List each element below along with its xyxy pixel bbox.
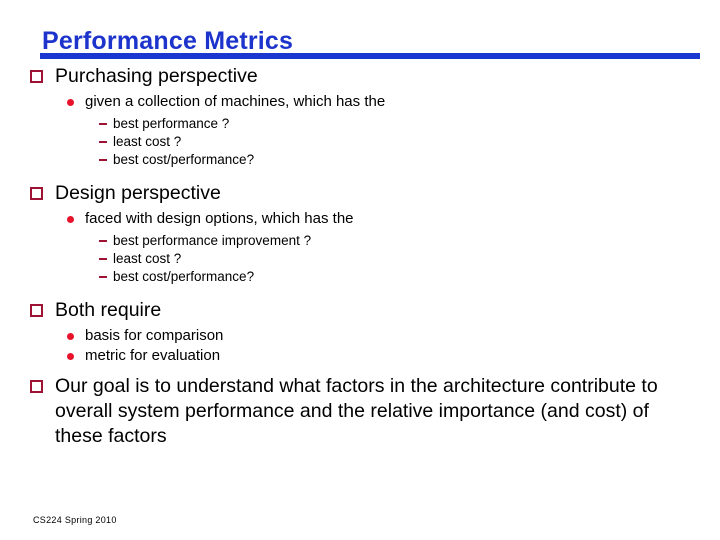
level3-bullet-item: best performance ? <box>0 115 720 133</box>
section-our-goal: Our goal is to understand what factors i… <box>0 374 720 449</box>
level2-bullet-label: faced with design options, which has the <box>85 210 354 227</box>
section-purchasing-perspective: Purchasing perspective given a collectio… <box>0 64 720 169</box>
level3-bullet-item: best cost/performance? <box>0 151 720 169</box>
disc-bullet-icon <box>67 333 74 340</box>
square-bullet-icon <box>30 380 43 393</box>
level1-bullet-item: Our goal is to understand what factors i… <box>0 374 720 449</box>
level3-bullet-item: least cost ? <box>0 250 720 268</box>
square-bullet-icon <box>30 304 43 317</box>
level2-bullet-label: metric for evaluation <box>85 347 221 364</box>
level2-bullet-label: given a collection of machines, which ha… <box>85 93 386 110</box>
dash-bullet-icon <box>99 240 107 242</box>
title-underline-rule <box>40 53 700 59</box>
dash-bullet-icon <box>99 123 107 125</box>
dash-bullet-icon <box>99 159 107 161</box>
slide-body: Purchasing perspective given a collectio… <box>0 64 720 449</box>
level3-bullet-item: best performance improvement ? <box>0 232 720 250</box>
level1-bullet-label: Our goal is to understand what factors i… <box>55 375 658 447</box>
dash-bullet-icon <box>99 276 107 278</box>
disc-bullet-icon <box>67 99 74 106</box>
disc-bullet-icon <box>67 216 74 223</box>
level3-bullet-label: best cost/performance? <box>113 269 255 284</box>
level1-bullet-item: Both require <box>0 298 720 323</box>
level2-bullet-item: basis for comparison <box>0 326 720 346</box>
level3-bullet-label: least cost ? <box>113 251 182 266</box>
slide-footer: CS224 Spring 2010 <box>33 515 117 525</box>
section-design-perspective: Design perspective faced with design opt… <box>0 181 720 286</box>
level1-bullet-item: Design perspective <box>0 181 720 206</box>
level3-bullet-label: best cost/performance? <box>113 152 255 167</box>
level2-bullet-label: basis for comparison <box>85 327 224 344</box>
section-both-require: Both require basis for comparison metric… <box>0 298 720 366</box>
disc-bullet-icon <box>67 353 74 360</box>
level3-bullet-item: best cost/performance? <box>0 268 720 286</box>
dash-bullet-icon <box>99 141 107 143</box>
level3-bullet-label: best performance improvement ? <box>113 233 312 248</box>
level3-bullet-label: best performance ? <box>113 116 230 131</box>
level3-bullet-item: least cost ? <box>0 133 720 151</box>
square-bullet-icon <box>30 187 43 200</box>
level2-bullet-item: given a collection of machines, which ha… <box>0 92 720 112</box>
level3-bullet-label: least cost ? <box>113 134 182 149</box>
level1-bullet-label: Design perspective <box>55 182 221 204</box>
slide-canvas: { "slide": { "title": "Performance Metri… <box>0 0 720 540</box>
page-title: Performance Metrics <box>42 27 294 55</box>
level1-bullet-label: Purchasing perspective <box>55 65 258 87</box>
square-bullet-icon <box>30 70 43 83</box>
level1-bullet-label: Both require <box>55 299 162 321</box>
level1-bullet-item: Purchasing perspective <box>0 64 720 89</box>
dash-bullet-icon <box>99 258 107 260</box>
level2-bullet-item: faced with design options, which has the <box>0 209 720 229</box>
level2-bullet-item: metric for evaluation <box>0 346 720 366</box>
